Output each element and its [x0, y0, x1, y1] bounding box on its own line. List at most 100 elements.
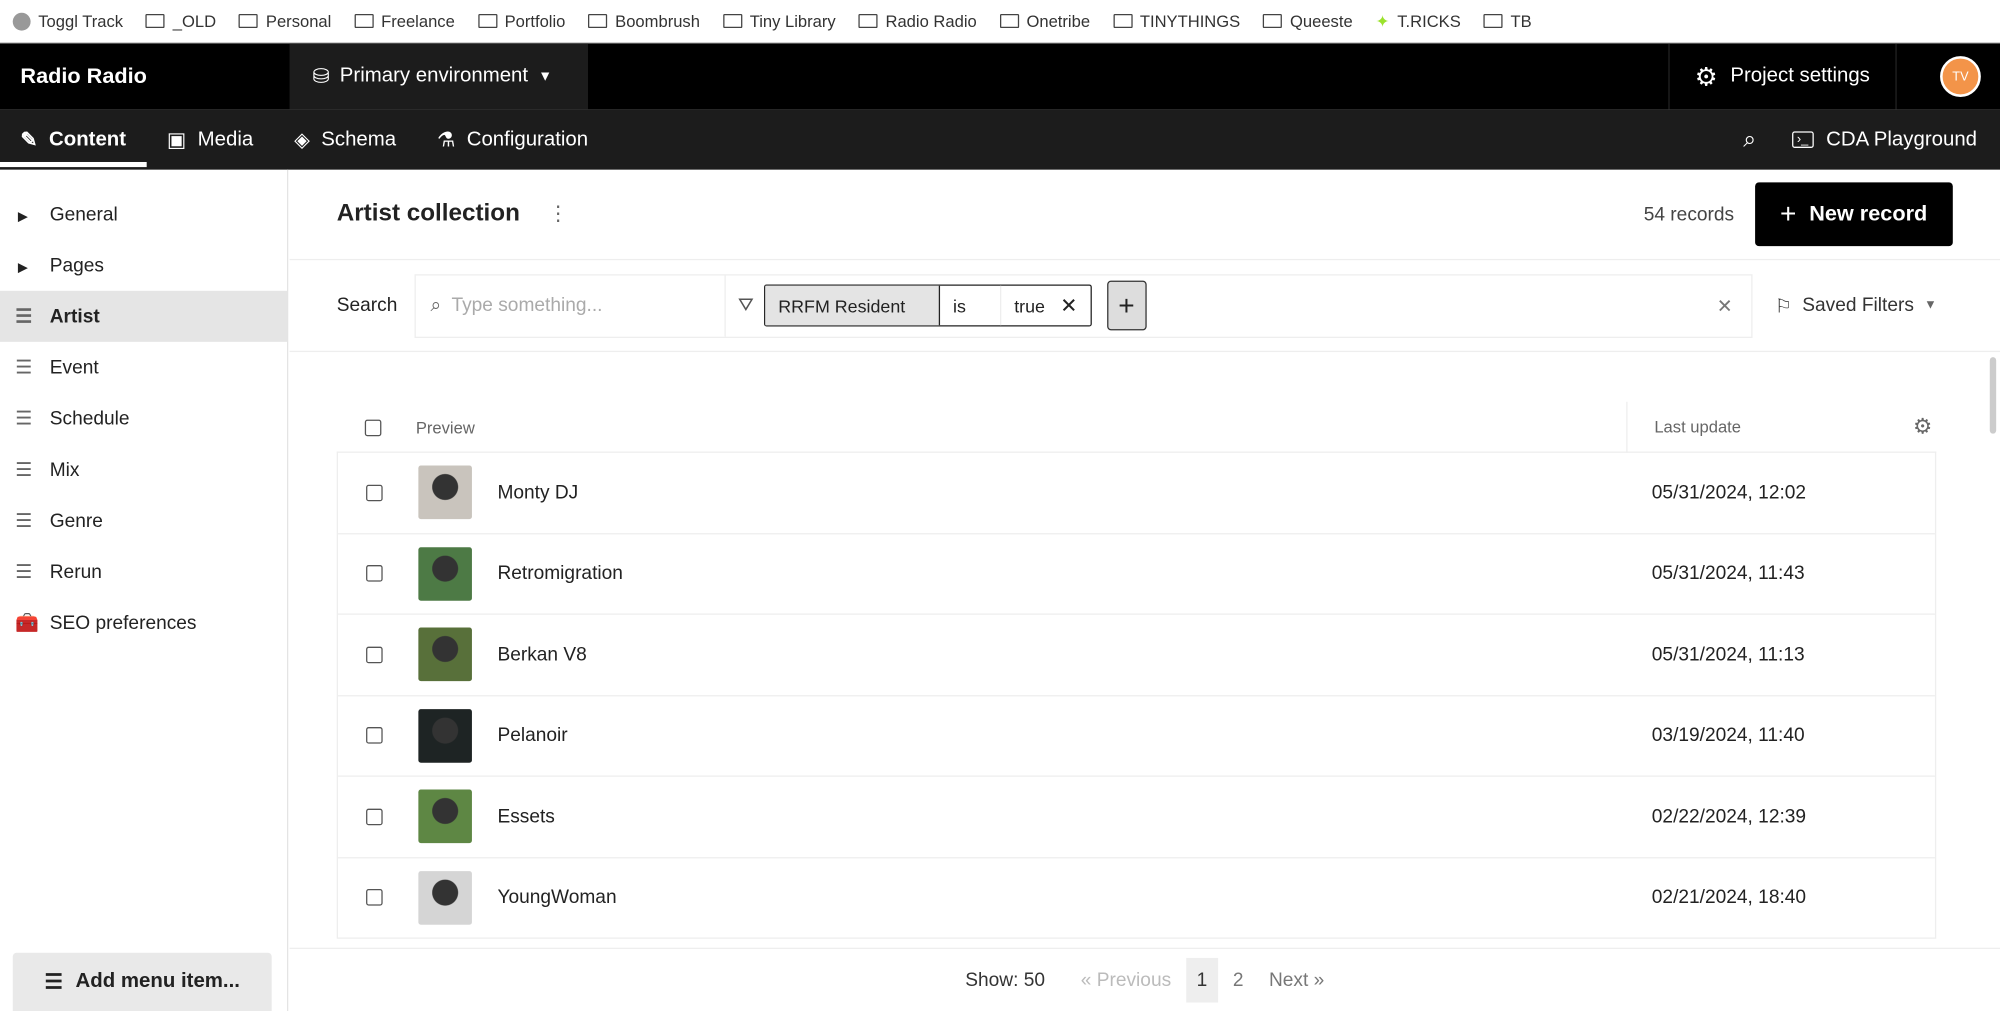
- row-checkbox[interactable]: [366, 889, 383, 906]
- filter-chip[interactable]: RRFM Resident is true ✕: [764, 284, 1092, 327]
- bookmark-item[interactable]: _OLD: [146, 11, 217, 31]
- bookmark-label: TB: [1510, 11, 1532, 31]
- bookmark-label: Tiny Library: [749, 11, 836, 31]
- list-icon: ☰: [15, 510, 33, 532]
- project-settings-label: Project settings: [1730, 65, 1870, 87]
- artist-name[interactable]: YoungWoman: [497, 887, 616, 909]
- tab-schema[interactable]: ◈ Schema: [274, 110, 417, 170]
- page-1[interactable]: 1: [1186, 957, 1218, 1003]
- page-size[interactable]: Show: 50: [965, 969, 1045, 991]
- more-options-icon[interactable]: ⋮: [548, 202, 568, 228]
- artist-name[interactable]: Essets: [497, 806, 554, 828]
- row-checkbox[interactable]: [366, 646, 383, 663]
- search-icon[interactable]: ⌕: [1743, 126, 1756, 153]
- artist-name[interactable]: Berkan V8: [497, 644, 586, 666]
- next-page[interactable]: Next »: [1269, 969, 1324, 991]
- sidebar-item-label: Mix: [49, 458, 80, 481]
- bookmark-label: _OLD: [172, 11, 217, 31]
- table-row[interactable]: Monty DJ 05/31/2024, 12:02: [338, 453, 1935, 534]
- bookmark-item[interactable]: Tiny Library: [722, 11, 836, 31]
- caret-down-icon: ▼: [1924, 298, 1937, 313]
- sidebar-item-seo-preferences[interactable]: 🧰 SEO preferences: [0, 597, 287, 648]
- bookmark-item[interactable]: Radio Radio: [858, 11, 977, 31]
- bookmark-item[interactable]: Toggl Track: [12, 11, 124, 31]
- table-row[interactable]: YoungWoman 02/21/2024, 18:40: [338, 858, 1935, 939]
- artist-name[interactable]: Pelanoir: [497, 725, 567, 747]
- bookmark-item[interactable]: Boombrush: [588, 11, 700, 31]
- artist-name[interactable]: Retromigration: [497, 563, 622, 585]
- sidebar-item-label: Event: [49, 356, 99, 379]
- list-icon: ☰: [15, 459, 33, 481]
- filter-operator[interactable]: is: [940, 285, 1002, 326]
- sidebar-item-rerun[interactable]: ☰ Rerun: [0, 546, 287, 597]
- search-input[interactable]: ⌕ Type something...: [415, 274, 726, 337]
- bookmark-item[interactable]: ✦ T.RICKS: [1376, 11, 1461, 31]
- column-preview[interactable]: Preview: [416, 418, 475, 437]
- saved-filters-label: Saved Filters: [1802, 294, 1914, 317]
- project-settings-button[interactable]: ⚙ Project settings: [1667, 43, 1897, 110]
- previous-page[interactable]: « Previous: [1081, 969, 1171, 991]
- table-row[interactable]: Pelanoir 03/19/2024, 11:40: [338, 696, 1935, 777]
- bookmark-item[interactable]: TINYTHINGS: [1113, 11, 1241, 31]
- bookmark-item[interactable]: Portfolio: [477, 11, 566, 31]
- artist-thumbnail: [418, 627, 472, 682]
- saved-filters-dropdown[interactable]: ⚐ Saved Filters ▼: [1775, 294, 1937, 317]
- row-checkbox[interactable]: [366, 565, 383, 582]
- tab-content[interactable]: ✎ Content: [0, 110, 147, 170]
- tab-label: Schema: [321, 128, 397, 150]
- bookmark-label: Portfolio: [504, 11, 566, 31]
- row-checkbox[interactable]: [366, 484, 383, 501]
- bookmark-label: Toggl Track: [38, 11, 124, 31]
- filter-field[interactable]: RRFM Resident: [765, 285, 941, 326]
- sidebar-item-general[interactable]: ▶ General: [0, 189, 287, 240]
- avatar[interactable]: TV: [1940, 56, 1981, 97]
- new-record-button[interactable]: + New record: [1754, 182, 1953, 247]
- sidebar: ▶ General ▶ Pages ☰ Artist ☰ Event ☰ Schedule ☰ Mix…: [0, 169, 289, 1011]
- bookmark-item[interactable]: Onetribe: [999, 11, 1090, 31]
- sidebar-item-genre[interactable]: ☰ Genre: [0, 495, 287, 546]
- caret-down-icon: ▼: [538, 68, 553, 85]
- artist-thumbnail: [418, 870, 472, 925]
- page-2[interactable]: 2: [1233, 969, 1244, 991]
- tab-configuration[interactable]: ⚗ Configuration: [417, 110, 609, 170]
- environment-selector[interactable]: ⛁ Primary environment ▼: [289, 43, 589, 110]
- table-row[interactable]: Essets 02/22/2024, 12:39: [338, 777, 1935, 858]
- sidebar-item-artist[interactable]: ☰ Artist: [0, 290, 287, 342]
- tab-label: Content: [48, 128, 127, 150]
- select-all-checkbox[interactable]: [364, 419, 382, 436]
- add-menu-item-button[interactable]: ☰ Add menu item...: [12, 952, 272, 1011]
- sidebar-item-event[interactable]: ☰ Event: [0, 342, 287, 393]
- project-name[interactable]: Radio Radio: [0, 64, 290, 90]
- scrollbar[interactable]: [1989, 357, 1997, 434]
- bookmark-item[interactable]: Personal: [239, 11, 331, 31]
- layers-icon: ◈: [294, 129, 310, 152]
- filter-icon[interactable]: ⛛: [738, 295, 754, 317]
- row-checkbox[interactable]: [366, 727, 383, 744]
- last-update: 02/21/2024, 18:40: [1651, 886, 1807, 909]
- search-bar: ⌕ Type something... ⛛ RRFM Resident is tr…: [413, 273, 1752, 338]
- bookmark-item[interactable]: TB: [1483, 11, 1532, 31]
- cda-playground-button[interactable]: ›_ CDA Playground: [1791, 128, 1977, 151]
- sidebar-item-schedule[interactable]: ☰ Schedule: [0, 393, 287, 444]
- artist-name[interactable]: Monty DJ: [497, 482, 578, 504]
- table-settings-icon[interactable]: ⚙: [1913, 415, 1932, 441]
- sidebar-item-pages[interactable]: ▶ Pages: [0, 240, 287, 291]
- clear-search-icon[interactable]: ✕: [1717, 294, 1733, 317]
- tab-media[interactable]: ▣ Media: [146, 110, 273, 170]
- sidebar-item-mix[interactable]: ☰ Mix: [0, 444, 287, 495]
- table-row[interactable]: Berkan V8 05/31/2024, 11:13: [338, 615, 1935, 696]
- image-icon: ▣: [166, 129, 187, 152]
- environment-label: Primary environment: [339, 65, 529, 87]
- add-menu-label: Add menu item...: [75, 970, 240, 993]
- bookmark-item[interactable]: Freelance: [354, 11, 455, 31]
- new-record-label: New record: [1809, 201, 1928, 226]
- bookmark-item[interactable]: Queeste: [1263, 11, 1353, 31]
- remove-filter-icon[interactable]: ✕: [1058, 286, 1090, 326]
- row-checkbox[interactable]: [366, 808, 383, 825]
- add-filter-button[interactable]: +: [1106, 280, 1147, 331]
- bookmark-label: Radio Radio: [885, 11, 977, 31]
- table-row[interactable]: Retromigration 05/31/2024, 11:43: [338, 534, 1935, 615]
- column-last-update[interactable]: Last update: [1626, 401, 1936, 453]
- filter-value[interactable]: true: [1001, 286, 1057, 326]
- bookmark-label: TINYTHINGS: [1139, 11, 1241, 31]
